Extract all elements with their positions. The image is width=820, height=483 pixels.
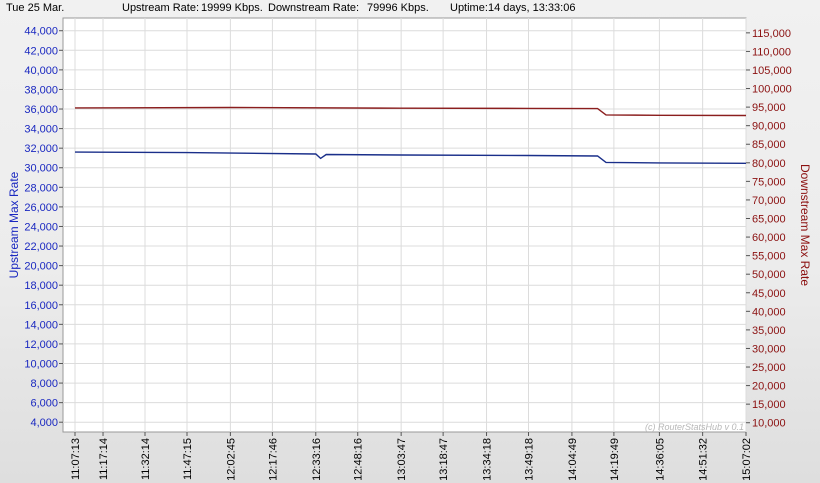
right-tick-label: 30,000 <box>752 343 786 355</box>
right-tick-label: 105,000 <box>752 65 792 77</box>
x-tick-label: 11:17:14 <box>98 438 110 480</box>
left-tick-label: 34,000 <box>24 124 58 136</box>
right-tick-label: 40,000 <box>752 306 786 318</box>
right-axis-label: Downstream Max Rate <box>798 164 812 286</box>
x-tick-label: 14:19:49 <box>609 438 621 481</box>
left-tick-label: 26,000 <box>24 202 58 214</box>
right-tick-label: 115,000 <box>752 28 791 40</box>
right-tick-label: 95,000 <box>752 102 786 114</box>
x-tick-label: 11:47:15 <box>182 438 194 480</box>
x-axis-ticks: 11:07:13 11:17:14 11:32:14 11:47:15 12:02:45… <box>70 432 753 481</box>
right-tick-label: 60,000 <box>752 232 786 244</box>
right-tick-label: 45,000 <box>752 288 786 300</box>
left-tick-label: 30,000 <box>24 163 58 175</box>
x-tick-label: 14:36:05 <box>654 438 666 481</box>
left-axis-ticks: 4,000 6,000 8,000 10,000 12,000 14,000 16,000 1… <box>24 26 63 429</box>
right-tick-label: 25,000 <box>752 362 786 374</box>
left-tick-label: 38,000 <box>24 84 58 96</box>
right-tick-label: 35,000 <box>752 325 786 337</box>
right-tick-label: 90,000 <box>752 121 786 133</box>
rate-chart: 4,000 6,000 8,000 10,000 12,000 14,000 16,000 1… <box>7 17 812 481</box>
x-tick-label: 14:04:49 <box>567 438 579 481</box>
left-tick-label: 18,000 <box>24 280 58 292</box>
watermark-text: (c) RouterStatsHub v 0.1 <box>645 422 744 432</box>
right-axis-ticks: 10,000 15,000 20,000 25,000 30,000 35,000 40,0… <box>746 28 792 430</box>
right-tick-label: 20,000 <box>752 381 786 393</box>
left-axis-label: Upstream Max Rate <box>7 171 21 278</box>
left-tick-label: 8,000 <box>30 378 58 390</box>
right-tick-label: 50,000 <box>752 269 786 281</box>
right-tick-label: 10,000 <box>752 418 786 430</box>
left-tick-label: 42,000 <box>24 45 58 57</box>
x-tick-label: 12:48:16 <box>353 438 365 481</box>
x-tick-label: 15:07:02 <box>741 438 753 481</box>
left-tick-label: 24,000 <box>24 221 58 233</box>
left-tick-label: 44,000 <box>24 26 58 38</box>
right-tick-label: 65,000 <box>752 214 786 226</box>
left-tick-label: 40,000 <box>24 65 58 77</box>
x-tick-label: 12:02:45 <box>225 438 237 481</box>
left-tick-label: 22,000 <box>24 241 58 253</box>
right-tick-label: 85,000 <box>752 139 786 151</box>
right-tick-label: 110,000 <box>752 46 791 58</box>
x-tick-label: 13:49:18 <box>524 438 536 481</box>
left-tick-label: 16,000 <box>24 300 58 312</box>
right-tick-label: 100,000 <box>752 84 792 96</box>
right-tick-label: 80,000 <box>752 158 786 170</box>
left-tick-label: 14,000 <box>24 319 58 331</box>
x-tick-label: 14:51:32 <box>698 438 710 481</box>
plot-area <box>62 17 747 433</box>
x-tick-label: 11:07:13 <box>70 438 82 480</box>
left-tick-label: 28,000 <box>24 182 58 194</box>
left-tick-label: 10,000 <box>24 358 58 370</box>
left-tick-label: 20,000 <box>24 261 58 273</box>
x-tick-label: 12:33:16 <box>311 438 323 481</box>
left-tick-label: 32,000 <box>24 143 58 155</box>
right-tick-label: 15,000 <box>752 399 786 411</box>
x-tick-label: 13:03:47 <box>396 438 408 481</box>
x-tick-label: 12:17:46 <box>267 438 279 481</box>
x-tick-label: 13:34:18 <box>482 438 494 481</box>
right-tick-label: 75,000 <box>752 176 786 188</box>
left-tick-label: 6,000 <box>30 398 58 410</box>
right-tick-label: 55,000 <box>752 251 786 263</box>
left-tick-label: 4,000 <box>30 417 58 429</box>
left-tick-label: 36,000 <box>24 104 58 116</box>
left-tick-label: 12,000 <box>24 339 58 351</box>
x-tick-label: 11:32:14 <box>140 438 152 480</box>
x-tick-label: 13:18:47 <box>438 438 450 481</box>
right-tick-label: 70,000 <box>752 195 786 207</box>
